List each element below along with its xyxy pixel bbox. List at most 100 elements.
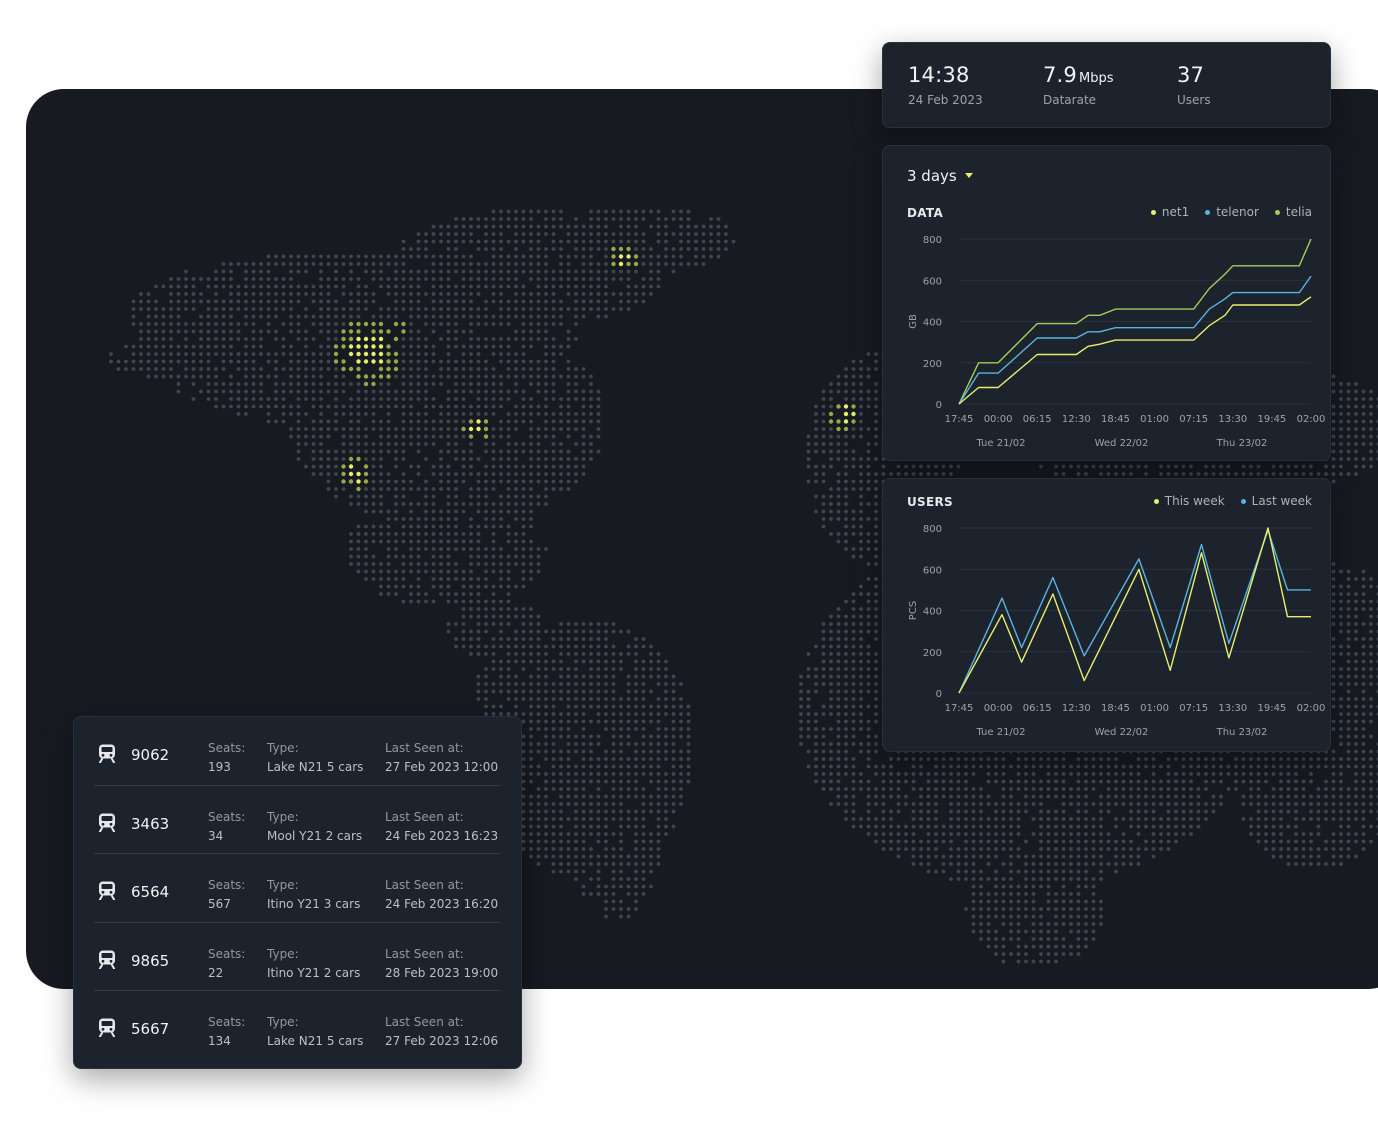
map-dot [859, 817, 863, 821]
map-dot [356, 389, 361, 394]
map-dot [529, 629, 533, 634]
map-dot [439, 539, 443, 544]
map-dot [1069, 764, 1073, 769]
map-dot [559, 802, 563, 806]
map-dot [236, 292, 241, 296]
map-dot [1009, 847, 1013, 851]
map-dot [469, 502, 473, 506]
map-dot [521, 719, 526, 724]
map-dot [484, 629, 488, 634]
map-dot [836, 502, 841, 506]
map-dot [319, 427, 323, 431]
map-dot [184, 277, 188, 281]
map-dot [454, 359, 458, 364]
map-dot [544, 712, 548, 716]
map-dot [326, 284, 331, 289]
map-dot [821, 764, 826, 769]
map-dot [596, 314, 601, 319]
map-dot [349, 269, 353, 274]
map-dot [176, 277, 181, 281]
map-dot [229, 374, 233, 379]
map-dot [844, 817, 848, 821]
map-dot [521, 284, 526, 289]
map-dot [506, 637, 511, 641]
map-dot [604, 239, 608, 244]
map-dot [409, 539, 413, 544]
map-dot [814, 682, 818, 686]
map-dot [574, 697, 578, 701]
map-dot [844, 659, 848, 664]
map-dot [634, 299, 638, 304]
map-dot [1069, 832, 1073, 836]
map-dot [146, 322, 151, 326]
map-dot [131, 344, 136, 349]
map-dot [806, 652, 811, 656]
map-dot [881, 847, 886, 851]
map-dot [378, 359, 384, 364]
map-dot [454, 389, 458, 394]
map-dot [364, 427, 368, 431]
map-dot [919, 817, 923, 821]
map-dot [851, 734, 856, 739]
map-dot [1091, 922, 1096, 926]
map-dot [514, 352, 518, 356]
map-dot [469, 307, 473, 311]
map-dot [506, 562, 511, 566]
map-dot [641, 659, 646, 664]
map-dot [581, 277, 586, 281]
map-dot [994, 869, 998, 874]
map-dot [641, 689, 646, 694]
map-dot [709, 224, 713, 229]
map-dot [679, 247, 683, 251]
map-dot [866, 472, 871, 476]
map-dot [1084, 937, 1088, 941]
map-dot [859, 494, 863, 499]
map-dot [334, 412, 338, 416]
map-dot [536, 652, 541, 656]
map-dot [559, 622, 563, 626]
map-dot [566, 374, 571, 379]
map-dot [521, 847, 526, 851]
map-dot [1061, 884, 1066, 889]
map-dot [619, 269, 623, 274]
map-dot [289, 389, 293, 394]
map-dot [596, 292, 601, 296]
map-dot [536, 367, 541, 371]
map-dot [604, 644, 608, 649]
map-dot [274, 404, 278, 409]
map-dot [926, 809, 931, 814]
map-dot [581, 314, 586, 319]
map-dot [266, 254, 271, 259]
map-dot [611, 869, 616, 874]
map-dot [409, 434, 413, 439]
map-dot [559, 787, 563, 791]
map-dot [191, 292, 196, 296]
map-dot [589, 404, 593, 409]
map-dot [154, 299, 158, 304]
map-dot [424, 532, 428, 536]
map-dot [1076, 757, 1081, 761]
map-dot [664, 217, 668, 221]
map-dot [649, 284, 653, 289]
map-dot [214, 307, 218, 311]
map-dot [566, 622, 571, 626]
map-dot [146, 359, 151, 364]
map-dot [371, 397, 376, 401]
map-dot [829, 674, 833, 679]
map-dot [843, 411, 849, 417]
map-dot [521, 809, 526, 814]
map-dot [491, 539, 496, 544]
map-dot [851, 397, 856, 401]
map-dot [304, 412, 308, 416]
map-dot [214, 322, 218, 326]
map-dot [1031, 764, 1036, 769]
map-dot [161, 344, 166, 349]
map-dot [491, 592, 496, 596]
map-dot [551, 352, 556, 356]
map-dot [484, 307, 488, 311]
map-dot [919, 847, 923, 851]
map-dot [514, 329, 518, 334]
map-dot [589, 382, 593, 386]
map-dot [431, 404, 436, 409]
map-dot [626, 254, 631, 259]
